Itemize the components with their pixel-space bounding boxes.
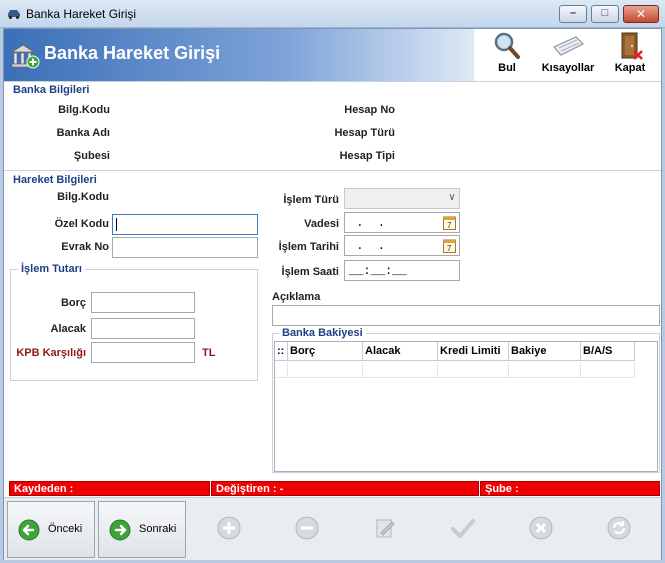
account-type-label: Hesap Türü: [334, 127, 395, 139]
calendar-day: 7: [447, 221, 452, 230]
add-icon[interactable]: [216, 515, 242, 541]
bank-balance-title: Banka Bakiyesi: [279, 327, 366, 339]
grid-cell: [288, 362, 363, 377]
remove-icon[interactable]: [294, 515, 320, 541]
amount-group-title: İşlem Tutarı: [18, 263, 85, 275]
created-by-status: Kaydeden :: [9, 481, 210, 496]
text-cursor: [116, 218, 117, 231]
document-no-input[interactable]: [112, 237, 258, 258]
grid-cell: [581, 362, 635, 377]
form-window: Banka Hareket Girişi Bul Kısayollar Kapa…: [3, 28, 662, 560]
account-no-label: Hesap No: [344, 104, 395, 116]
cancel-icon[interactable]: [528, 515, 554, 541]
grid-col-indicator[interactable]: ::: [275, 342, 288, 360]
magnifier-icon: [494, 32, 520, 59]
shortcuts-label: Kısayollar: [541, 62, 595, 74]
description-input[interactable]: [272, 305, 660, 326]
header-banner: Banka Hareket Girişi: [4, 29, 474, 81]
local-currency-input[interactable]: [91, 342, 195, 363]
maximize-icon: □: [601, 7, 609, 19]
credit-label: Alacak: [50, 323, 86, 335]
modified-by-status: Değiştiren : -: [211, 481, 479, 496]
grid-cell: [275, 362, 288, 377]
grid-cell: [363, 362, 438, 377]
transaction-time-label: İşlem Saati: [281, 266, 339, 278]
arrow-left-icon: [18, 519, 40, 541]
find-button[interactable]: Bul: [492, 31, 522, 74]
transaction-date-label: İşlem Tarihi: [278, 241, 339, 253]
bank-balance-grid[interactable]: :: Borç Alacak Kredi Limiti Bakiye B/A/S: [274, 341, 658, 472]
maximize-button[interactable]: □: [591, 5, 619, 23]
transaction-info-title: Hareket Bilgileri: [13, 174, 97, 186]
grid-col-debit[interactable]: Borç: [288, 342, 363, 360]
divider: [4, 81, 661, 82]
due-date-label: Vadesi: [304, 218, 339, 230]
window-titlebar[interactable]: Banka Hareket Girişi – □ ✕: [0, 0, 665, 28]
transaction-date-input[interactable]: . . 7: [344, 235, 460, 256]
grid-cell: [509, 362, 581, 377]
transaction-type-label: İşlem Türü: [283, 194, 339, 206]
transaction-time-value: __:__:__: [349, 264, 407, 278]
toolbar: Bul Kısayollar Kapat: [474, 29, 661, 81]
currency-label: TL: [202, 347, 216, 359]
next-button[interactable]: Sonraki: [98, 501, 186, 558]
calendar-icon[interactable]: 7: [443, 215, 456, 230]
description-label: Açıklama: [272, 291, 321, 303]
shortcuts-button[interactable]: Kısayollar: [536, 31, 600, 74]
chevron-down-icon: ∨: [448, 193, 455, 204]
grid-col-bas[interactable]: B/A/S: [581, 342, 635, 360]
page-title: Banka Hareket Girişi: [44, 43, 221, 63]
grid-header: :: Borç Alacak Kredi Limiti Bakiye B/A/S: [275, 342, 635, 361]
car-icon: [8, 10, 20, 19]
exit-button[interactable]: Kapat: [610, 31, 650, 74]
table-row[interactable]: [275, 362, 635, 378]
bank-name-label: Banka Adı: [56, 127, 110, 139]
due-date-value: . .: [349, 216, 386, 230]
grid-col-balance[interactable]: Bakiye: [509, 342, 581, 360]
grid-cell: [438, 362, 509, 377]
credit-input[interactable]: [91, 318, 195, 339]
minimize-button[interactable]: –: [559, 5, 587, 23]
local-currency-label: KPB Karşılığı: [16, 347, 86, 359]
transaction-code-label: Bilg.Kodu: [57, 191, 109, 203]
door-exit-icon: [621, 32, 643, 60]
minimize-icon: –: [569, 7, 577, 19]
special-code-label: Özel Kodu: [54, 218, 109, 230]
bank-code-label: Bilg.Kodu: [58, 104, 110, 116]
branch-label: Şubesi: [73, 150, 110, 162]
debit-label: Borç: [60, 297, 86, 309]
due-date-input[interactable]: . . 7: [344, 212, 460, 233]
calendar-icon[interactable]: 7: [443, 238, 456, 253]
special-code-input[interactable]: [112, 214, 258, 235]
keyboard-icon: [553, 36, 585, 56]
transaction-type-select[interactable]: ∨: [344, 188, 460, 209]
document-no-label: Evrak No: [61, 241, 109, 253]
check-icon[interactable]: [450, 515, 476, 541]
branch-status: Şube :: [480, 481, 660, 496]
next-label: Sonraki: [139, 523, 177, 535]
find-label: Bul: [498, 62, 516, 74]
close-icon: ✕: [635, 7, 647, 21]
calendar-day: 7: [447, 244, 452, 253]
account-kind-label: Hesap Tipi: [339, 150, 395, 162]
previous-label: Önceki: [48, 523, 83, 535]
grid-col-credit-limit[interactable]: Kredi Limiti: [438, 342, 509, 360]
arrow-right-icon: [109, 519, 131, 541]
bottom-toolbar: Önceki Sonraki: [4, 497, 661, 560]
edit-icon[interactable]: [372, 515, 398, 541]
bank-info-title: Banka Bilgileri: [13, 84, 90, 96]
transaction-time-input[interactable]: __:__:__: [344, 260, 460, 281]
close-button[interactable]: ✕: [623, 5, 659, 23]
exit-label: Kapat: [614, 62, 646, 74]
bank-add-icon: [10, 44, 40, 69]
transaction-date-value: . .: [349, 239, 386, 253]
refresh-icon[interactable]: [606, 515, 632, 541]
debit-input[interactable]: [91, 292, 195, 313]
previous-button[interactable]: Önceki: [7, 501, 95, 558]
divider: [4, 170, 661, 171]
window-title: Banka Hareket Girişi: [26, 7, 137, 21]
grid-col-credit[interactable]: Alacak: [363, 342, 438, 360]
